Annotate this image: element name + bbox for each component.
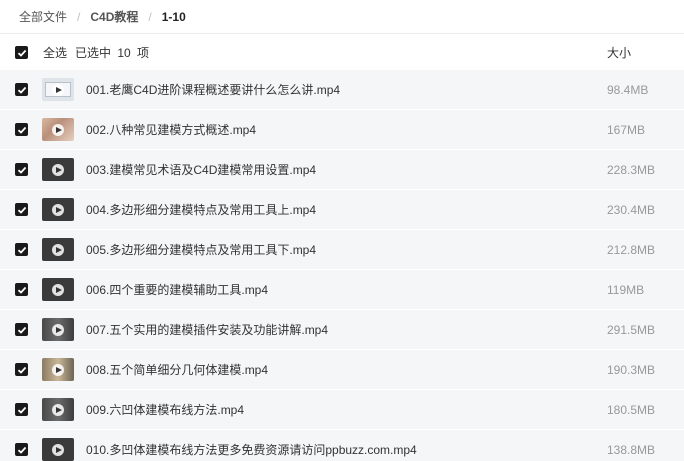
play-icon — [52, 323, 64, 336]
file-row[interactable]: 008.五个简单细分几何体建模.mp4 190.3MB — [0, 350, 684, 390]
file-size: 180.5MB — [607, 403, 656, 417]
file-name[interactable]: 004.多边形细分建模特点及常用工具上.mp4 — [86, 190, 316, 230]
checkbox-checked-icon — [17, 49, 26, 57]
play-icon — [52, 243, 64, 256]
checkbox-checked-icon — [17, 86, 26, 94]
file-size: 291.5MB — [607, 323, 656, 337]
select-all-checkbox[interactable] — [15, 46, 28, 59]
file-row[interactable]: 006.四个重要的建模辅助工具.mp4 119MB — [0, 270, 684, 310]
checkbox-checked-icon — [17, 206, 26, 214]
checkbox-checked-icon — [17, 446, 26, 454]
file-size: 230.4MB — [607, 203, 656, 217]
file-row[interactable]: 001.老鹰C4D进阶课程概述要讲什么怎么讲.mp4 98.4MB — [0, 70, 684, 110]
checkbox-checked-icon — [17, 126, 26, 134]
checkbox-checked-icon — [17, 166, 26, 174]
play-icon — [52, 283, 64, 296]
checkbox-checked-icon — [17, 406, 26, 414]
play-icon — [52, 363, 64, 376]
file-name[interactable]: 006.四个重要的建模辅助工具.mp4 — [86, 270, 268, 310]
selected-count: 已选中 10 项 — [75, 45, 150, 60]
file-checkbox[interactable] — [15, 83, 28, 96]
file-row[interactable]: 004.多边形细分建模特点及常用工具上.mp4 230.4MB — [0, 190, 684, 230]
breadcrumb-separator: / — [148, 9, 152, 24]
list-header: 全选 已选中 10 项 大小 — [0, 33, 684, 70]
checkbox-checked-icon — [17, 246, 26, 254]
file-size: 212.8MB — [607, 243, 656, 257]
file-checkbox[interactable] — [15, 323, 28, 336]
file-name[interactable]: 008.五个简单细分几何体建模.mp4 — [86, 350, 268, 390]
video-thumbnail-icon[interactable] — [42, 278, 74, 301]
video-thumbnail-icon[interactable] — [42, 118, 74, 141]
file-name[interactable]: 001.老鹰C4D进阶课程概述要讲什么怎么讲.mp4 — [86, 70, 340, 110]
play-icon — [52, 443, 64, 456]
breadcrumb-separator: / — [77, 9, 81, 24]
file-row[interactable]: 002.八种常见建模方式概述.mp4 167MB — [0, 110, 684, 150]
file-checkbox[interactable] — [15, 163, 28, 176]
file-name[interactable]: 002.八种常见建模方式概述.mp4 — [86, 110, 256, 150]
breadcrumb: 全部文件 / C4D教程 / 1-10 — [0, 0, 684, 33]
video-thumbnail-icon[interactable] — [42, 78, 74, 101]
video-thumbnail-icon[interactable] — [42, 158, 74, 181]
file-row[interactable]: 003.建模常见术语及C4D建模常用设置.mp4 228.3MB — [0, 150, 684, 190]
select-all-label[interactable]: 全选 — [43, 44, 67, 61]
file-size: 190.3MB — [607, 363, 656, 377]
file-name[interactable]: 007.五个实用的建模插件安装及功能讲解.mp4 — [86, 310, 328, 350]
file-checkbox[interactable] — [15, 243, 28, 256]
video-thumbnail-icon[interactable] — [42, 438, 74, 461]
file-row[interactable]: 010.多凹体建模布线方法更多免费资源请访问ppbuzz.com.mp4 138.… — [0, 430, 684, 461]
checkbox-checked-icon — [17, 366, 26, 374]
play-icon — [52, 403, 64, 416]
size-column-header[interactable]: 大小 — [607, 44, 631, 61]
file-size: 167MB — [607, 123, 646, 137]
file-checkbox[interactable] — [15, 283, 28, 296]
file-name[interactable]: 009.六凹体建模布线方法.mp4 — [86, 390, 244, 430]
file-size: 138.8MB — [607, 443, 656, 457]
file-row[interactable]: 007.五个实用的建模插件安装及功能讲解.mp4 291.5MB — [0, 310, 684, 350]
file-checkbox[interactable] — [15, 403, 28, 416]
file-row[interactable]: 009.六凹体建模布线方法.mp4 180.5MB — [0, 390, 684, 430]
play-icon — [52, 123, 64, 136]
video-thumbnail-icon[interactable] — [42, 358, 74, 381]
breadcrumb-root[interactable]: 全部文件 — [19, 8, 67, 25]
checkbox-checked-icon — [17, 286, 26, 294]
video-thumbnail-icon[interactable] — [42, 198, 74, 221]
file-checkbox[interactable] — [15, 203, 28, 216]
file-name[interactable]: 003.建模常见术语及C4D建模常用设置.mp4 — [86, 150, 316, 190]
checkbox-checked-icon — [17, 326, 26, 334]
breadcrumb-current: 1-10 — [161, 9, 186, 24]
breadcrumb-folder[interactable]: C4D教程 — [90, 8, 138, 25]
play-icon — [52, 83, 64, 96]
file-name[interactable]: 010.多凹体建模布线方法更多免费资源请访问ppbuzz.com.mp4 — [86, 430, 417, 461]
file-size: 98.4MB — [607, 83, 649, 97]
video-thumbnail-icon[interactable] — [42, 238, 74, 261]
file-checkbox[interactable] — [15, 123, 28, 136]
file-checkbox[interactable] — [15, 443, 28, 456]
file-size: 119MB — [607, 283, 645, 297]
video-thumbnail-icon[interactable] — [42, 398, 74, 421]
play-icon — [52, 203, 64, 216]
file-size: 228.3MB — [607, 163, 656, 177]
video-thumbnail-icon[interactable] — [42, 318, 74, 341]
play-icon — [52, 163, 64, 176]
file-list: 001.老鹰C4D进阶课程概述要讲什么怎么讲.mp4 98.4MB 002.八种常见… — [0, 70, 684, 461]
file-row[interactable]: 005.多边形细分建模特点及常用工具下.mp4 212.8MB — [0, 230, 684, 270]
file-checkbox[interactable] — [15, 363, 28, 376]
file-name[interactable]: 005.多边形细分建模特点及常用工具下.mp4 — [86, 230, 316, 270]
